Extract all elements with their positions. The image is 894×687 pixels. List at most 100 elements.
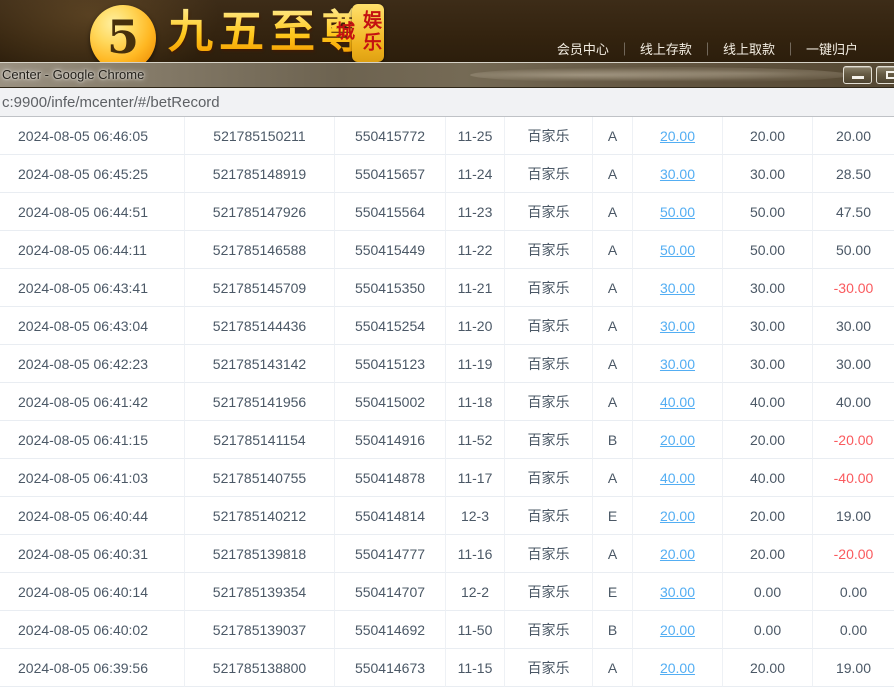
cell-result: -40.00 bbox=[813, 459, 894, 497]
table-row: 2024-08-05 06:44:51 521785147926 5504155… bbox=[0, 193, 894, 231]
cell-bet-amount: 20.00 bbox=[633, 535, 723, 573]
bet-amount-link[interactable]: 30.00 bbox=[660, 318, 695, 334]
cell-table-no: 12-2 bbox=[446, 573, 505, 611]
table-row: 2024-08-05 06:40:44 521785140212 5504148… bbox=[0, 497, 894, 535]
cell-bet-time: 2024-08-05 06:43:04 bbox=[0, 307, 185, 345]
cell-bet-time: 2024-08-05 06:46:05 bbox=[0, 117, 185, 155]
cell-bet-amount: 30.00 bbox=[633, 155, 723, 193]
cell-valid-amount: 30.00 bbox=[723, 307, 813, 345]
logo-95-icon: 5 bbox=[106, 10, 139, 62]
nav-member-center[interactable]: 会员中心 bbox=[557, 42, 609, 57]
bet-amount-link[interactable]: 50.00 bbox=[660, 242, 695, 258]
cell-result: -20.00 bbox=[813, 535, 894, 573]
cell-valid-amount: 20.00 bbox=[723, 535, 813, 573]
cell-result: 30.00 bbox=[813, 345, 894, 383]
cell-table-no: 11-22 bbox=[446, 231, 505, 269]
cell-bet-time: 2024-08-05 06:41:15 bbox=[0, 421, 185, 459]
cell-game-name: 百家乐 bbox=[505, 611, 593, 649]
cell-seat: B bbox=[593, 421, 633, 459]
cell-bet-amount: 20.00 bbox=[633, 421, 723, 459]
cell-table-no: 11-25 bbox=[446, 117, 505, 155]
cell-bet-time: 2024-08-05 06:42:23 bbox=[0, 345, 185, 383]
cell-round-id: 550414707 bbox=[335, 573, 446, 611]
cell-bet-amount: 20.00 bbox=[633, 497, 723, 535]
cell-bet-id: 521785139037 bbox=[185, 611, 335, 649]
table-row: 2024-08-05 06:45:25 521785148919 5504156… bbox=[0, 155, 894, 193]
bet-amount-link[interactable]: 20.00 bbox=[660, 660, 695, 676]
cell-round-id: 550415772 bbox=[335, 117, 446, 155]
cell-round-id: 550415657 bbox=[335, 155, 446, 193]
table-row: 2024-08-05 06:44:11 521785146588 5504154… bbox=[0, 231, 894, 269]
cell-bet-time: 2024-08-05 06:43:41 bbox=[0, 269, 185, 307]
cell-table-no: 11-23 bbox=[446, 193, 505, 231]
minimize-icon bbox=[851, 76, 864, 79]
cell-bet-amount: 50.00 bbox=[633, 193, 723, 231]
cell-table-no: 11-16 bbox=[446, 535, 505, 573]
cell-result: -30.00 bbox=[813, 269, 894, 307]
bet-amount-link[interactable]: 30.00 bbox=[660, 280, 695, 296]
nav-online-deposit[interactable]: 线上存款 bbox=[640, 42, 692, 57]
table-row: 2024-08-05 06:43:04 521785144436 5504152… bbox=[0, 307, 894, 345]
cell-bet-id: 521785143142 bbox=[185, 345, 335, 383]
window-maximize-button[interactable] bbox=[876, 66, 894, 84]
table-row: 2024-08-05 06:46:05 521785150211 5504157… bbox=[0, 117, 894, 155]
cell-seat: A bbox=[593, 383, 633, 421]
window-titlebar[interactable]: Center - Google Chrome bbox=[0, 62, 894, 88]
cell-bet-amount: 20.00 bbox=[633, 611, 723, 649]
cell-bet-time: 2024-08-05 06:40:31 bbox=[0, 535, 185, 573]
cell-game-name: 百家乐 bbox=[505, 269, 593, 307]
cell-game-name: 百家乐 bbox=[505, 649, 593, 687]
cell-bet-amount: 20.00 bbox=[633, 117, 723, 155]
cell-seat: E bbox=[593, 497, 633, 535]
nav-online-withdraw[interactable]: 线上取款 bbox=[723, 42, 775, 57]
nav-separator: ｜ bbox=[617, 42, 631, 57]
cell-bet-amount: 40.00 bbox=[633, 459, 723, 497]
cell-bet-time: 2024-08-05 06:40:14 bbox=[0, 573, 185, 611]
cell-bet-id: 521785139354 bbox=[185, 573, 335, 611]
window-title: Center - Google Chrome bbox=[2, 67, 145, 82]
cell-table-no: 11-20 bbox=[446, 307, 505, 345]
cell-valid-amount: 0.00 bbox=[723, 611, 813, 649]
bet-amount-link[interactable]: 30.00 bbox=[660, 356, 695, 372]
site-logo[interactable]: 5 bbox=[90, 5, 156, 62]
cell-round-id: 550415254 bbox=[335, 307, 446, 345]
cell-game-name: 百家乐 bbox=[505, 383, 593, 421]
cell-table-no: 11-24 bbox=[446, 155, 505, 193]
site-banner: 5 九五至尊 娱乐城 会员中心｜线上存款｜线上取款｜一键归户 bbox=[0, 0, 894, 62]
nav-one-key-transfer[interactable]: 一键归户 bbox=[806, 42, 858, 57]
cell-valid-amount: 40.00 bbox=[723, 459, 813, 497]
address-bar[interactable]: c:9900/infe/mcenter/#/betRecord bbox=[0, 88, 894, 117]
cell-seat: A bbox=[593, 459, 633, 497]
cell-bet-id: 521785144436 bbox=[185, 307, 335, 345]
cell-seat: A bbox=[593, 649, 633, 687]
cell-result: 28.50 bbox=[813, 155, 894, 193]
cell-bet-id: 521785148919 bbox=[185, 155, 335, 193]
cell-round-id: 550415123 bbox=[335, 345, 446, 383]
cell-bet-time: 2024-08-05 06:40:02 bbox=[0, 611, 185, 649]
bet-amount-link[interactable]: 50.00 bbox=[660, 204, 695, 220]
bet-amount-link[interactable]: 30.00 bbox=[660, 584, 695, 600]
cell-bet-amount: 30.00 bbox=[633, 345, 723, 383]
bet-amount-link[interactable]: 40.00 bbox=[660, 470, 695, 486]
bet-amount-link[interactable]: 20.00 bbox=[660, 508, 695, 524]
bet-amount-link[interactable]: 20.00 bbox=[660, 546, 695, 562]
cell-game-name: 百家乐 bbox=[505, 497, 593, 535]
cell-valid-amount: 50.00 bbox=[723, 231, 813, 269]
cell-game-name: 百家乐 bbox=[505, 155, 593, 193]
cell-table-no: 11-19 bbox=[446, 345, 505, 383]
cell-bet-amount: 30.00 bbox=[633, 307, 723, 345]
window-minimize-button[interactable] bbox=[843, 66, 872, 84]
bet-amount-link[interactable]: 20.00 bbox=[660, 128, 695, 144]
bet-amount-link[interactable]: 20.00 bbox=[660, 622, 695, 638]
bet-amount-link[interactable]: 30.00 bbox=[660, 166, 695, 182]
bet-amount-link[interactable]: 20.00 bbox=[660, 432, 695, 448]
cell-bet-id: 521785147926 bbox=[185, 193, 335, 231]
bet-amount-link[interactable]: 40.00 bbox=[660, 394, 695, 410]
cell-result: 50.00 bbox=[813, 231, 894, 269]
table-row: 2024-08-05 06:43:41 521785145709 5504153… bbox=[0, 269, 894, 307]
nav-separator: ｜ bbox=[783, 42, 797, 57]
cell-bet-time: 2024-08-05 06:45:25 bbox=[0, 155, 185, 193]
cell-result: 20.00 bbox=[813, 117, 894, 155]
table-row: 2024-08-05 06:40:31 521785139818 5504147… bbox=[0, 535, 894, 573]
maximize-icon bbox=[885, 71, 894, 79]
